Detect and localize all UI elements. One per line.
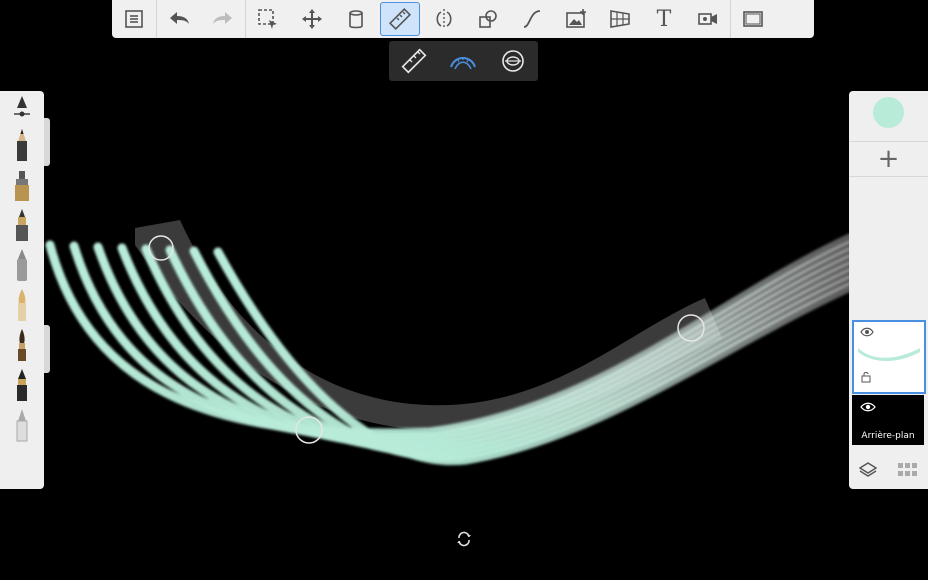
ink-pen-icon[interactable]: [0, 205, 44, 245]
shapes-icon[interactable]: [468, 2, 508, 36]
perspective-icon[interactable]: [600, 2, 640, 36]
pencil-icon[interactable]: [0, 125, 44, 165]
background-layer-label: Arrière-plan: [861, 431, 915, 441]
fullscreen-icon[interactable]: [733, 2, 773, 36]
ellipse-guide-icon[interactable]: [495, 44, 531, 78]
add-layer-label: +: [877, 144, 900, 174]
smudge-icon[interactable]: [0, 405, 44, 445]
text-icon[interactable]: T: [644, 2, 684, 36]
text-tool-label: T: [656, 6, 672, 32]
layer-preview: [858, 348, 920, 361]
layers-icon[interactable]: [859, 462, 878, 478]
redo-icon[interactable]: [203, 2, 243, 36]
drawing-canvas[interactable]: [0, 0, 928, 580]
layers-panel: + Arrière-plan: [849, 91, 928, 489]
add-layer-button[interactable]: +: [849, 141, 928, 177]
fill-icon[interactable]: [336, 2, 376, 36]
transform-icon[interactable]: [292, 2, 332, 36]
palette-tab-top[interactable]: [44, 118, 50, 166]
layer-1[interactable]: [852, 320, 926, 394]
palette-tab-bottom[interactable]: [44, 325, 50, 373]
grid-icon[interactable]: [897, 463, 918, 477]
brush-size-icon[interactable]: [0, 91, 44, 125]
main-toolbar: T: [112, 0, 814, 38]
guide-subtoolbar: [389, 41, 538, 81]
undo-icon[interactable]: [159, 2, 199, 36]
eye-icon[interactable]: [860, 327, 874, 337]
marker-icon[interactable]: [0, 165, 44, 205]
background-eye-icon[interactable]: [860, 402, 876, 412]
straight-ruler-icon[interactable]: [396, 44, 432, 78]
paintbrush-icon[interactable]: [0, 325, 44, 365]
layer-lock-icon[interactable]: [861, 371, 871, 383]
french-curve-icon[interactable]: [445, 44, 481, 78]
image-icon[interactable]: [556, 2, 596, 36]
calligraphy-pen-icon[interactable]: [0, 365, 44, 405]
curve-icon[interactable]: [512, 2, 552, 36]
list-icon[interactable]: [114, 2, 154, 36]
selection-icon[interactable]: [248, 2, 288, 36]
background-layer[interactable]: Arrière-plan: [852, 395, 924, 445]
color-swatch[interactable]: [873, 97, 904, 128]
layers-footer: [849, 451, 928, 489]
fountain-pen-icon[interactable]: [0, 285, 44, 325]
brush-palette: [0, 91, 44, 489]
ruler-icon[interactable]: [380, 2, 420, 36]
rotate-canvas-icon[interactable]: [456, 531, 472, 547]
timelapse-icon[interactable]: [688, 2, 728, 36]
symmetry-icon[interactable]: [424, 2, 464, 36]
airbrush-icon[interactable]: [0, 245, 44, 285]
